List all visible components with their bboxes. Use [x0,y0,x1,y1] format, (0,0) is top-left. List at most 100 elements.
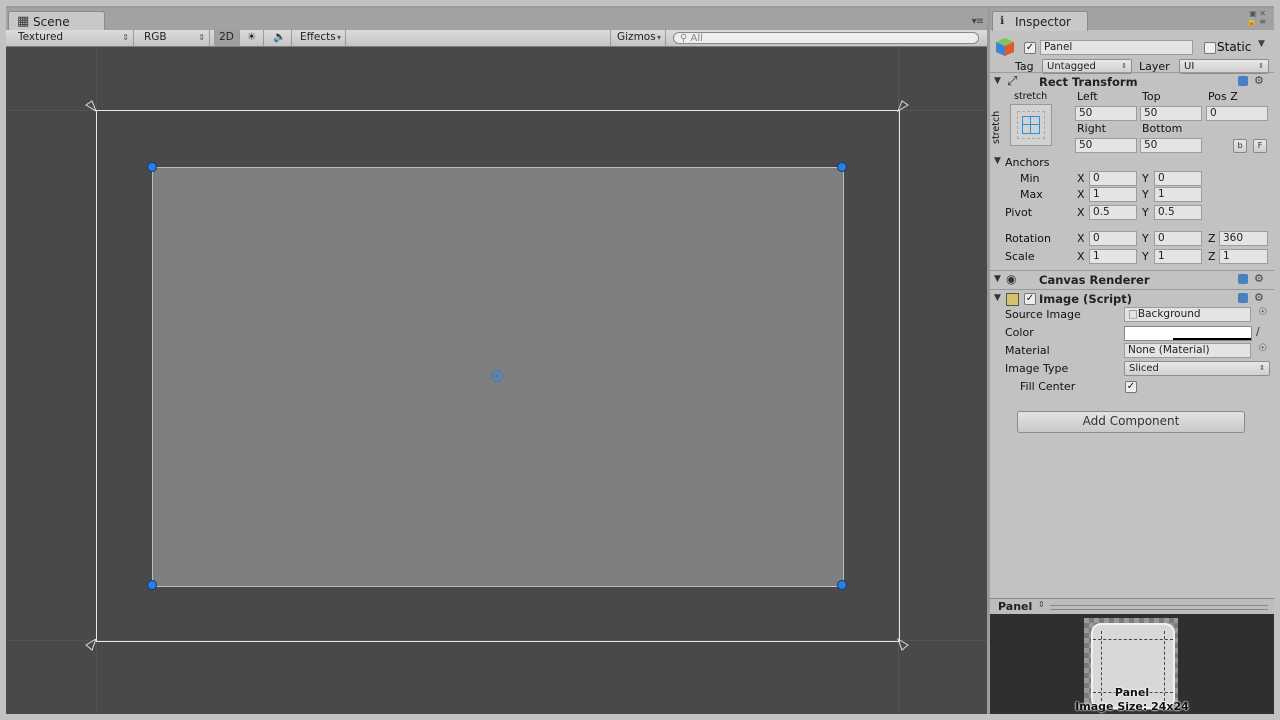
image-component-title: Image (Script) [1039,292,1133,306]
eyedropper-icon[interactable]: ∕ [1256,325,1260,338]
scene-viewport[interactable] [6,47,987,714]
help-icon[interactable] [1238,274,1248,284]
audio-toggle[interactable]: 🔈 [268,30,292,46]
raw-edit-button[interactable]: F [1253,139,1267,153]
rotation-label: Rotation [1005,232,1052,245]
top-field[interactable]: 50 [1140,106,1202,121]
canvas-renderer-header[interactable]: ▼ ◉ Canvas Renderer ⚙ [990,270,1274,289]
dropdown-arrow-icon: ▾ [336,33,341,42]
anchor-bottom-right-icon[interactable] [897,637,909,651]
static-dropdown-icon[interactable]: ▼ [1258,39,1265,49]
image-component-icon [1006,293,1019,306]
image-component-header[interactable]: ▼ ✓ Image (Script) ⚙ [990,289,1274,308]
resize-handle-bottom-right[interactable] [837,580,847,590]
object-name-field[interactable]: Panel [1040,40,1193,55]
scene-window: ▦ Scene ▾≡ Textured ⇕ RGB ⇕ 2D ☀ 🔈 Effec… [6,8,987,714]
gizmos-label: Gizmos [617,31,656,43]
anchors-foldout-icon[interactable]: ▼ [994,156,1001,166]
object-picker-icon[interactable]: ☉ [1258,343,1267,354]
tab-inspector[interactable]: ℹ Inspector [992,11,1088,31]
render-mode-dropdown[interactable]: RGB ⇕ [138,30,210,46]
scene-search-input[interactable]: ⚲ All [673,32,979,44]
pivot-x-field[interactable]: 0.5 [1089,205,1137,220]
help-icon[interactable] [1238,293,1248,303]
axis-z-label: Z [1208,250,1216,263]
left-field[interactable]: 50 [1075,106,1137,121]
tab-scene-label: Scene [33,15,70,29]
pivot-handle[interactable] [491,370,503,382]
shading-mode-dropdown[interactable]: Textured ⇕ [12,30,134,46]
updown-arrow-icon: ⇕ [122,33,129,42]
resize-handle-top-right[interactable] [837,162,847,172]
active-checkbox[interactable]: ✓ [1024,42,1036,54]
preview-drag-handle[interactable] [1050,605,1268,610]
right-field[interactable]: 50 [1075,138,1137,153]
gear-icon[interactable]: ⚙ [1254,74,1264,87]
add-component-button[interactable]: Add Component [1017,411,1245,433]
toggle-2d-button[interactable]: 2D [214,30,240,46]
gear-icon[interactable]: ⚙ [1254,272,1264,285]
anchor-top-left-icon[interactable] [85,100,98,113]
resize-handle-bottom-left[interactable] [147,580,157,590]
grid-icon: ▦ [17,14,30,29]
source-image-label: Source Image [1005,308,1081,321]
tab-inspector-label: Inspector [1015,15,1071,29]
anchor-presets-button[interactable] [1010,104,1052,146]
inspector-tabbar: ℹ Inspector ▣ ✕ 🔒 ≡ [990,8,1274,31]
posz-label: Pos Z [1208,90,1238,103]
foldout-arrow-icon[interactable]: ▼ [994,293,1001,303]
min-label: Min [1020,172,1040,185]
rotation-x-field[interactable]: 0 [1089,231,1137,246]
gizmos-dropdown[interactable]: Gizmos ▾ [610,30,666,46]
scale-x-field[interactable]: 1 [1089,249,1137,264]
rotation-z-field[interactable]: 360 [1219,231,1268,246]
dropdown-arrow-icon: ▾ [656,33,661,42]
scale-z-field[interactable]: 1 [1219,249,1268,264]
material-field[interactable]: None (Material) [1124,343,1251,358]
bottom-field[interactable]: 50 [1140,138,1202,153]
foldout-arrow-icon[interactable]: ▼ [994,274,1001,284]
preview-area: Panel Image Size: 24x24 [990,614,1274,714]
anchor-top-right-icon[interactable] [896,100,909,113]
object-picker-icon[interactable]: ☉ [1258,307,1267,318]
image-enabled-checkbox[interactable]: ✓ [1024,293,1036,305]
source-image-value: Background [1137,308,1201,320]
resize-handle-top-left[interactable] [147,162,157,172]
axis-y-label: Y [1142,250,1149,263]
posz-field[interactable]: 0 [1206,106,1268,121]
scale-y-field[interactable]: 1 [1154,249,1202,264]
window-menu-icon[interactable]: ▾≡ [972,16,984,27]
info-icon: ℹ [1000,14,1005,27]
anchor-max-y-field[interactable]: 1 [1154,187,1202,202]
layer-value: UI [1184,61,1195,72]
static-checkbox[interactable] [1204,42,1216,54]
preview-header[interactable]: Panel ⇕ [990,598,1274,615]
gear-icon[interactable]: ⚙ [1254,291,1264,304]
anchor-min-y-field[interactable]: 0 [1154,171,1202,186]
lighting-toggle[interactable]: ☀ [240,30,264,46]
axis-x-label: X [1077,232,1085,245]
blueprint-mode-button[interactable]: b [1233,139,1247,153]
anchor-max-x-field[interactable]: 1 [1089,187,1137,202]
lock-icon[interactable]: ▣ ✕ 🔒 ≡ [1247,10,1266,26]
anchor-bottom-left-icon[interactable] [85,637,97,651]
axis-y-label: Y [1142,172,1149,185]
source-image-field[interactable]: □Background [1124,307,1251,322]
rotation-y-field[interactable]: 0 [1154,231,1202,246]
tab-scene[interactable]: ▦ Scene [8,11,105,31]
effects-dropdown[interactable]: Effects ▾ [294,30,346,46]
render-mode-label: RGB [144,31,167,43]
help-icon[interactable] [1238,76,1248,86]
left-label: Left [1077,90,1098,103]
color-field[interactable] [1124,326,1252,341]
image-type-dropdown[interactable]: Sliced ⇕ [1124,361,1270,376]
anchor-min-x-field[interactable]: 0 [1089,171,1137,186]
gameobject-icon [994,36,1016,58]
rect-transform-header[interactable]: ▼ ⤢ Rect Transform ⚙ [990,72,1274,91]
pivot-y-field[interactable]: 0.5 [1154,205,1202,220]
rect-transform-title: Rect Transform [1039,75,1138,89]
image-type-label: Image Type [1005,362,1069,375]
sprite-icon: □ [1128,308,1138,320]
foldout-arrow-icon[interactable]: ▼ [994,76,1001,86]
fill-center-checkbox[interactable]: ✓ [1125,381,1137,393]
